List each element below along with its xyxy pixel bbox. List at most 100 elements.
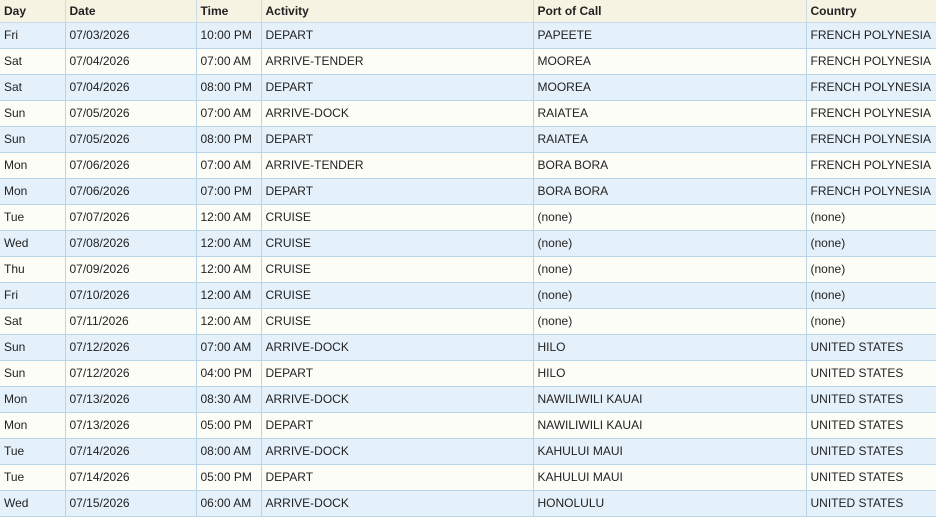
day-cell: Sat [0, 48, 66, 75]
country-cell: FRENCH POLYNESIA [806, 152, 936, 179]
country-cell: UNITED STATES [806, 334, 936, 361]
activity-cell: DEPART [261, 360, 534, 387]
day-cell: Sun [0, 126, 66, 153]
time-cell: 07:00 AM [196, 334, 262, 361]
day-cell: Wed [0, 490, 66, 517]
table-row[interactable]: Mon 07/13/2026 05:00 PM DEPART NAWILIWILI KA… [0, 412, 936, 439]
day-cell: Sun [0, 334, 66, 361]
table-row[interactable]: Wed 07/08/2026 12:00 AM CRUISE (none) (none) [0, 230, 936, 257]
table-row[interactable]: Sun 07/12/2026 04:00 PM DEPART HILO UNITED ST… [0, 360, 936, 387]
table-row[interactable]: Sat 07/04/2026 08:00 PM DEPART MOOREA FRENCH … [0, 74, 936, 101]
country-cell: FRENCH POLYNESIA [806, 74, 936, 101]
table-row[interactable]: Mon 07/06/2026 07:00 AM ARRIVE-TENDER BORA B… [0, 152, 936, 179]
table-row[interactable]: Tue 07/07/2026 12:00 AM CRUISE (none) (none) [0, 204, 936, 231]
table-row[interactable]: Sat 07/11/2026 12:00 AM CRUISE (none) (none) [0, 308, 936, 335]
activity-cell: DEPART [261, 126, 534, 153]
time-cell: 05:00 PM [196, 412, 262, 439]
column-header-day[interactable]: Day [0, 0, 66, 23]
column-header-activity[interactable]: Activity [261, 0, 534, 23]
port-of-call-cell: (none) [533, 308, 807, 335]
date-cell: 07/13/2026 [65, 412, 197, 439]
country-cell: (none) [806, 230, 936, 257]
table-row[interactable]: Fri 07/10/2026 12:00 AM CRUISE (none) (none) [0, 282, 936, 309]
country-cell: UNITED STATES [806, 490, 936, 517]
table-row[interactable]: Sun 07/12/2026 07:00 AM ARRIVE-DOCK HILO UNIT… [0, 334, 936, 361]
time-cell: 04:00 PM [196, 360, 262, 387]
day-cell: Mon [0, 412, 66, 439]
time-cell: 07:00 AM [196, 48, 262, 75]
country-cell: UNITED STATES [806, 360, 936, 387]
country-cell: UNITED STATES [806, 412, 936, 439]
table-row[interactable]: Mon 07/13/2026 08:30 AM ARRIVE-DOCK NAWILIWI… [0, 386, 936, 413]
country-cell: UNITED STATES [806, 386, 936, 413]
port-of-call-cell: PAPEETE [533, 22, 807, 49]
day-cell: Tue [0, 204, 66, 231]
time-cell: 08:00 AM [196, 438, 262, 465]
column-header-country[interactable]: Country [806, 0, 936, 23]
table-row[interactable]: Tue 07/14/2026 08:00 AM ARRIVE-DOCK KAHULUI … [0, 438, 936, 465]
port-of-call-cell: HONOLULU [533, 490, 807, 517]
country-cell: FRENCH POLYNESIA [806, 22, 936, 49]
date-cell: 07/13/2026 [65, 386, 197, 413]
port-of-call-cell: MOOREA [533, 74, 807, 101]
port-of-call-cell: RAIATEA [533, 126, 807, 153]
time-cell: 12:00 AM [196, 204, 262, 231]
table-row[interactable]: Wed 07/15/2026 06:00 AM ARRIVE-DOCK HONOLULU… [0, 490, 936, 517]
activity-cell: ARRIVE-DOCK [261, 386, 534, 413]
activity-cell: DEPART [261, 22, 534, 49]
date-cell: 07/10/2026 [65, 282, 197, 309]
table-row[interactable]: Mon 07/06/2026 07:00 PM DEPART BORA BORA FREN… [0, 178, 936, 205]
port-of-call-cell: MOOREA [533, 48, 807, 75]
date-cell: 07/06/2026 [65, 178, 197, 205]
table-row[interactable]: Thu 07/09/2026 12:00 AM CRUISE (none) (none) [0, 256, 936, 283]
table-row[interactable]: Fri 07/03/2026 10:00 PM DEPART PAPEETE FRENCH… [0, 22, 936, 49]
table-row[interactable]: Sat 07/04/2026 07:00 AM ARRIVE-TENDER MOOREA… [0, 48, 936, 75]
activity-cell: DEPART [261, 178, 534, 205]
activity-cell: ARRIVE-DOCK [261, 334, 534, 361]
country-cell: (none) [806, 282, 936, 309]
table-row[interactable]: Sun 07/05/2026 07:00 AM ARRIVE-DOCK RAIATEA F… [0, 100, 936, 127]
date-cell: 07/05/2026 [65, 100, 197, 127]
port-of-call-cell: NAWILIWILI KAUAI [533, 386, 807, 413]
activity-cell: ARRIVE-TENDER [261, 152, 534, 179]
activity-cell: ARRIVE-TENDER [261, 48, 534, 75]
time-cell: 07:00 AM [196, 152, 262, 179]
table-row[interactable]: Sun 07/05/2026 08:00 PM DEPART RAIATEA FRENCH… [0, 126, 936, 153]
itinerary-rows: Fri 07/03/2026 10:00 PM DEPART PAPEETE FRENCH… [0, 22, 936, 517]
country-cell: (none) [806, 256, 936, 283]
country-cell: (none) [806, 308, 936, 335]
day-cell: Fri [0, 22, 66, 49]
table-header-row: Day Date Time Activity Port of Call Coun… [0, 0, 936, 23]
date-cell: 07/14/2026 [65, 464, 197, 491]
port-of-call-cell: BORA BORA [533, 178, 807, 205]
day-cell: Mon [0, 152, 66, 179]
column-header-time[interactable]: Time [196, 0, 262, 23]
time-cell: 06:00 AM [196, 490, 262, 517]
activity-cell: DEPART [261, 74, 534, 101]
itinerary-table: Day Date Time Activity Port of Call Coun… [0, 0, 936, 517]
time-cell: 08:00 PM [196, 74, 262, 101]
time-cell: 12:00 AM [196, 282, 262, 309]
date-cell: 07/07/2026 [65, 204, 197, 231]
day-cell: Thu [0, 256, 66, 283]
column-header-date[interactable]: Date [65, 0, 197, 23]
activity-cell: ARRIVE-DOCK [261, 490, 534, 517]
country-cell: FRENCH POLYNESIA [806, 126, 936, 153]
time-cell: 12:00 AM [196, 308, 262, 335]
activity-cell: CRUISE [261, 230, 534, 257]
port-of-call-cell: (none) [533, 204, 807, 231]
day-cell: Tue [0, 464, 66, 491]
activity-cell: CRUISE [261, 204, 534, 231]
activity-cell: DEPART [261, 464, 534, 491]
time-cell: 05:00 PM [196, 464, 262, 491]
table-row[interactable]: Tue 07/14/2026 05:00 PM DEPART KAHULUI MAUI U… [0, 464, 936, 491]
column-header-port-of-call[interactable]: Port of Call [533, 0, 807, 23]
time-cell: 12:00 AM [196, 230, 262, 257]
day-cell: Sat [0, 74, 66, 101]
port-of-call-cell: KAHULUI MAUI [533, 438, 807, 465]
date-cell: 07/04/2026 [65, 74, 197, 101]
date-cell: 07/14/2026 [65, 438, 197, 465]
date-cell: 07/03/2026 [65, 22, 197, 49]
country-cell: FRENCH POLYNESIA [806, 178, 936, 205]
port-of-call-cell: KAHULUI MAUI [533, 464, 807, 491]
